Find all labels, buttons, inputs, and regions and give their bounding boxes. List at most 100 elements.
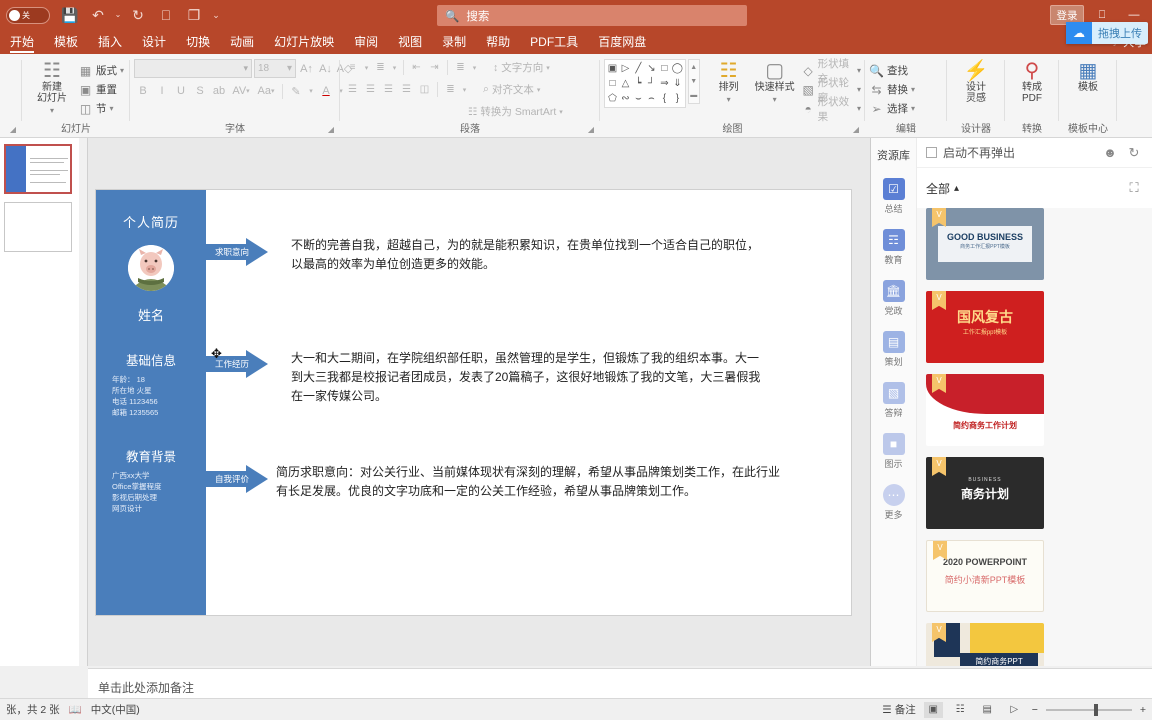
underline-button[interactable]: U	[172, 82, 190, 100]
section-1-arrow[interactable]: 求职意向	[206, 238, 268, 266]
drag-upload-tooltip[interactable]: ☁ 拖拽上传	[1066, 22, 1148, 44]
tab-record[interactable]: 录制	[432, 31, 476, 54]
line-spacing-caret-icon[interactable]: ▾	[470, 59, 479, 76]
account-icon[interactable]: ☻	[1101, 145, 1119, 160]
layout-button[interactable]: ▦ 版式 ▾	[78, 62, 124, 79]
change-case-button[interactable]: Aa ▾	[254, 82, 278, 100]
arrange-caret-icon[interactable]: ▾	[727, 94, 731, 105]
template-card[interactable]: V 国风复古 工作汇报ppt模板	[926, 291, 1044, 363]
align-center-button[interactable]: ☰	[362, 81, 379, 98]
shape-curve-icon[interactable]: ⌢	[645, 91, 658, 106]
template-button[interactable]: ▦ 模板	[1063, 59, 1113, 93]
shape-arrow-icon[interactable]: ↘	[645, 61, 658, 76]
shapes-scroll[interactable]: ▲ ▼ ▬	[687, 59, 700, 104]
layout-caret-icon[interactable]: ▾	[120, 66, 124, 75]
increase-indent-button[interactable]: ⇥	[426, 59, 443, 76]
sidebar-item-planning[interactable]: ▤ 策划	[871, 324, 916, 375]
shape-scribble-icon[interactable]: ∾	[619, 91, 632, 106]
tab-view[interactable]: 视图	[388, 31, 432, 54]
start-presentation-icon[interactable]: ⎕	[153, 3, 179, 27]
quick-styles-caret-icon[interactable]: ▾	[773, 94, 777, 105]
section-3-arrow[interactable]: 自我评价	[206, 465, 268, 493]
sidebar-item-education[interactable]: ☶ 教育	[871, 222, 916, 273]
strikethrough-button[interactable]: ab	[210, 82, 228, 100]
tab-start[interactable]: 开始	[0, 31, 44, 54]
tab-slideshow[interactable]: 幻灯片放映	[264, 31, 344, 54]
shapes-scroll-up-icon[interactable]: ▲	[689, 60, 699, 74]
notes-button[interactable]: ☰ 备注	[882, 702, 915, 717]
shape-effects-caret-icon[interactable]: ▾	[857, 104, 861, 113]
thumbnail-scrollbar[interactable]	[79, 138, 87, 666]
template-card[interactable]: V 2020 POWERPOINT 简约小清新PPT模板	[926, 540, 1044, 612]
sidebar-item-more[interactable]: ⋯ 更多	[871, 477, 916, 528]
undo-dropdown-icon[interactable]: ⌄	[113, 3, 123, 27]
search-box[interactable]: 🔍 搜索	[437, 5, 747, 26]
tab-transitions[interactable]: 切换	[176, 31, 220, 54]
align-left-button[interactable]: ☰	[344, 81, 361, 98]
spellcheck-icon[interactable]: 📖	[69, 703, 82, 716]
tab-pdf-tools[interactable]: PDF工具	[520, 31, 588, 54]
sidebar-item-government[interactable]: 🏛 党政	[871, 273, 916, 324]
expand-icon[interactable]: ⛶	[1125, 180, 1143, 196]
font-size-caret-icon[interactable]: ▾	[287, 63, 292, 74]
slide-canvas[interactable]: 个人简历 姓名 基础信息 年龄： 18 所在地 火星 电话 1123456 邮箱…	[96, 190, 851, 615]
arrow-shape-3[interactable]: 自我评价	[206, 465, 268, 493]
shape-outline-caret-icon[interactable]: ▾	[857, 85, 861, 94]
new-slide-caret-icon[interactable]: ▾	[50, 105, 54, 116]
template-card[interactable]: V 简约商务工作计划	[926, 374, 1044, 446]
shapes-gallery[interactable]: ▣ ▷ ╱ ↘ □ ◯ □ △ ┕ ┘ ⇒ ⇓ ⬠ ∾ ⌣ ⌢ { }	[604, 59, 686, 108]
refresh-icon[interactable]: ↻	[1125, 145, 1143, 161]
select-caret-icon[interactable]: ▾	[911, 104, 915, 113]
replace-button[interactable]: ⇆ 替换 ▾	[869, 81, 915, 98]
tab-baidu-netdisk[interactable]: 百度网盘	[588, 31, 656, 54]
decrease-indent-button[interactable]: ⇤	[408, 59, 425, 76]
slide-sidebar[interactable]: 个人简历 姓名 基础信息 年龄： 18 所在地 火星 电话 1123456 邮箱…	[96, 190, 206, 615]
slideshow-view-button[interactable]: ▷	[1005, 702, 1024, 718]
section-caret-icon[interactable]: ▾	[110, 104, 114, 113]
bold-button[interactable]: B	[134, 82, 152, 100]
shape-oval-icon[interactable]: ◯	[671, 61, 684, 76]
decrease-font-size-icon[interactable]: A↓	[317, 59, 334, 78]
numbering-button[interactable]: ≣	[372, 59, 389, 76]
shape-arc-icon[interactable]: ⌣	[632, 91, 645, 106]
redo-icon[interactable]: ↻	[125, 3, 151, 27]
save-icon[interactable]: 💾	[57, 3, 83, 27]
align-right-button[interactable]: ☰	[380, 81, 397, 98]
shape-pentagon-icon[interactable]: ⬠	[606, 91, 619, 106]
font-size-input[interactable]: 18 ▾	[254, 59, 296, 78]
shape-left-brace-icon[interactable]: {	[658, 91, 671, 106]
highlight-caret-icon[interactable]: ▾	[306, 82, 316, 100]
shape-right-brace-icon[interactable]: }	[671, 91, 684, 106]
bullets-button[interactable]: ≡	[344, 59, 361, 76]
text-highlight-icon[interactable]: ✎	[287, 82, 305, 100]
reset-button[interactable]: ▣ 重置	[78, 81, 124, 98]
normal-view-button[interactable]: ▣	[923, 701, 943, 718]
zoom-out-button[interactable]: −	[1032, 704, 1038, 716]
bullets-caret-icon[interactable]: ▾	[362, 59, 371, 76]
align-text-button[interactable]: ⌕ 对齐文本 ▾	[483, 81, 540, 98]
font-family-caret-icon[interactable]: ▾	[243, 63, 248, 74]
tab-review[interactable]: 审阅	[344, 31, 388, 54]
template-card[interactable]: V GOOD BUSINESS 商务工作汇报PPT模板	[926, 208, 1044, 280]
sidebar-item-summary[interactable]: ☑ 总结	[871, 171, 916, 222]
sidebar-item-defense[interactable]: ▧ 答辩	[871, 375, 916, 426]
zoom-slider[interactable]	[1045, 703, 1132, 716]
shapes-scroll-down-icon[interactable]: ▼	[689, 74, 699, 88]
shape-rect-icon[interactable]: □	[658, 61, 671, 76]
zoom-slider-knob[interactable]	[1093, 703, 1098, 716]
select-button[interactable]: ➢ 选择 ▾	[869, 100, 915, 117]
customize-qat-icon[interactable]: ⌄	[209, 3, 223, 27]
section-3-text[interactable]: 简历求职意向：对公关行业、当前媒体现状有深刻的理解，希望从事品牌策划类工作，在此…	[276, 463, 786, 501]
distribute-button[interactable]: ◫	[416, 81, 433, 98]
sidebar-item-diagram[interactable]: ■ 图示	[871, 426, 916, 477]
tab-insert[interactable]: 插入	[88, 31, 132, 54]
columns-button[interactable]: ≣	[442, 81, 459, 98]
template-grid[interactable]: V GOOD BUSINESS 商务工作汇报PPT模板 V 国风复古 工作汇报p…	[917, 208, 1152, 666]
shape-corner-icon[interactable]: ┕	[632, 76, 645, 91]
autosave-toggle[interactable]: 关	[6, 6, 50, 24]
find-button[interactable]: 🔍 查找	[869, 62, 915, 79]
tab-template[interactable]: 模板	[44, 31, 88, 54]
font-dialog-launcher-icon[interactable]: ◢	[328, 123, 334, 137]
text-direction-button[interactable]: ↕ 文字方向 ▾	[493, 59, 550, 76]
shape-effects-button[interactable]: ◓ 形状效果 ▾	[802, 96, 861, 123]
